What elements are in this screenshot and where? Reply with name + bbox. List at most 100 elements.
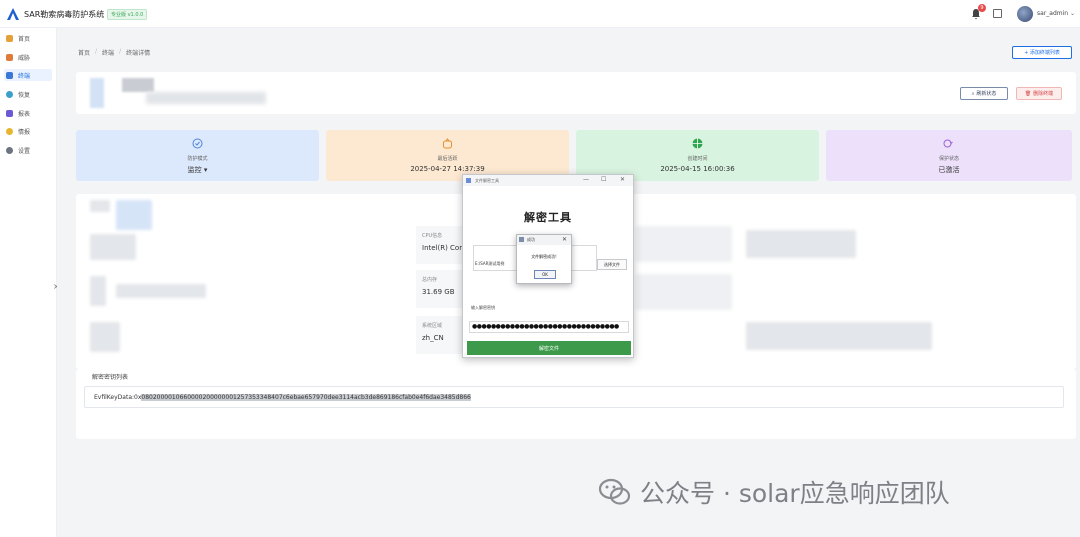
redacted-block <box>122 78 154 92</box>
watermark: 公众号 · solar应急响应团队 <box>598 474 950 510</box>
sidebar-item-home[interactable]: 首页 <box>4 32 52 44</box>
decrypt-file-button[interactable]: 解密文件 <box>467 341 631 355</box>
stat-label: 防护模式 <box>187 156 208 162</box>
window-title-bar[interactable]: 文件解密工具 <box>463 175 633 186</box>
stat-card-protection-mode: 防护模式 监控 ▾ <box>76 130 319 181</box>
stat-value: 已激活 <box>938 166 960 174</box>
delete-endpoint-label: 删除终端 <box>1033 91 1054 97</box>
key-list-box[interactable]: EvfilKeyData:0x0802000010660000200000001… <box>84 386 1064 408</box>
add-endpoint-list-button[interactable]: + 添加终端列表 <box>1012 46 1072 59</box>
stat-value: 2025-04-15 16:00:36 <box>660 165 735 173</box>
ok-button[interactable]: OK <box>534 270 556 279</box>
refresh-icon <box>6 90 13 98</box>
version-badge: 专业版 v1.0.0 <box>107 9 148 20</box>
sidebar-item-label: 终端 <box>18 72 31 80</box>
field-label: CPU信息 <box>422 233 443 239</box>
watermark-text: 公众号 · solar应急响应团队 <box>640 479 950 508</box>
refresh-status-button[interactable]: ⌕ 刷新状态 <box>960 87 1008 100</box>
clock-icon <box>443 138 452 149</box>
stat-label: 创建时间 <box>687 156 708 162</box>
key-section-title: 解密密钥列表 <box>92 374 129 381</box>
stat-label: 最后活跃 <box>437 156 458 162</box>
gear-icon <box>6 146 13 154</box>
field-value: zh_CN <box>422 334 444 342</box>
sidebar-item-intel[interactable]: 情报 <box>4 125 52 137</box>
field-value: Intel(R) Core <box>422 244 467 252</box>
sidebar-item-label: 报表 <box>18 110 31 118</box>
home-icon <box>6 34 13 42</box>
monitor-icon <box>6 71 13 79</box>
sidebar-item-settings[interactable]: 设置 <box>4 144 52 156</box>
redacted-block <box>116 284 206 298</box>
sidebar-item-threats[interactable]: 威胁 <box>4 51 52 63</box>
notification-badge: 9 <box>978 4 986 12</box>
chevron-down-icon[interactable]: ⌄ <box>1070 10 1075 17</box>
key-row[interactable]: EvfilKeyData:0x0802000010660000200000001… <box>94 394 471 401</box>
stat-value: 2025-04-27 14:37:39 <box>410 165 485 173</box>
file-path-text: E:/SAR测试用例 <box>475 261 505 266</box>
dialog-icon <box>519 237 524 242</box>
window-title: 文件解密工具 <box>475 178 499 183</box>
chart-icon <box>6 109 13 117</box>
sidebar-item-label: 情报 <box>18 128 31 136</box>
password-input[interactable]: ●●●●●●●●●●●●●●●●●●●●●●●●●●●●●●● <box>469 321 629 333</box>
password-label: 输入解密密钥 <box>471 305 495 310</box>
check-circle-icon <box>192 138 203 149</box>
redacted-block <box>146 92 266 104</box>
endpoint-header-card: ⌕ 刷新状态 🗑 删除终端 <box>76 72 1076 114</box>
stat-card-protection-status: 保护状态 已激活 <box>826 130 1072 181</box>
dialog-message: 文件解密成功! <box>531 254 557 259</box>
redacted-block <box>90 276 106 306</box>
redacted-block <box>90 200 110 212</box>
sidebar-item-endpoints[interactable]: 终端 <box>4 69 52 81</box>
stat-label: 保护状态 <box>938 156 959 162</box>
breadcrumb-home[interactable]: 首页 <box>78 48 90 57</box>
search-icon: ⌕ <box>971 90 975 97</box>
field-value: 31.69 GB <box>422 288 455 296</box>
delete-endpoint-button[interactable]: 🗑 删除终端 <box>1016 87 1062 100</box>
bulb-icon <box>6 127 13 135</box>
redacted-block <box>90 322 120 352</box>
breadcrumb-current: 终端详情 <box>126 50 151 57</box>
redacted-block <box>90 78 104 108</box>
success-dialog: 成功 ✕ 文件解密成功! OK <box>516 234 572 284</box>
dialog-title: 成功 <box>527 237 535 242</box>
avatar[interactable] <box>1017 6 1033 22</box>
sidebar-item-recovery[interactable]: 恢复 <box>4 88 52 100</box>
bug-icon <box>6 53 13 61</box>
field-label: 系统区域 <box>422 323 443 329</box>
minimize-icon[interactable]: — <box>583 176 589 183</box>
key-value[interactable]: 0802000010660000200000001257353348407c6e… <box>141 394 471 401</box>
breadcrumb-endpoints[interactable]: 终端 <box>102 48 114 57</box>
close-icon[interactable]: ✕ <box>562 236 567 243</box>
redacted-block <box>90 234 136 260</box>
username[interactable]: sar_admin <box>1037 10 1068 17</box>
redacted-block <box>116 200 152 230</box>
sidebar-item-label: 设置 <box>18 147 31 155</box>
field-label: 总内存 <box>422 277 438 283</box>
select-file-button[interactable]: 选择文件 <box>597 259 627 270</box>
redacted-block <box>746 322 932 350</box>
redacted-block <box>746 230 856 258</box>
breadcrumb-separator: / <box>119 48 122 55</box>
sidebar-item-label: 威胁 <box>18 54 31 62</box>
window-heading: 解密工具 <box>524 211 572 224</box>
trash-icon: 🗑 <box>1024 90 1032 97</box>
wechat-icon <box>598 478 631 505</box>
sidebar-item-label: 恢复 <box>18 91 31 99</box>
top-bar: SAR勒索病毒防护系统 专业版 v1.0.0 9 sar_admin ⌄ <box>0 0 1080 28</box>
maximize-icon[interactable]: ☐ <box>601 176 606 183</box>
sidebar-item-label: 首页 <box>18 35 31 43</box>
sidebar: 首页 威胁 终端 恢复 报表 情报 设置 <box>0 28 57 537</box>
app-logo <box>7 8 19 20</box>
redacted-block <box>636 274 732 310</box>
breadcrumb-separator: / <box>95 48 98 55</box>
sidebar-item-reports[interactable]: 报表 <box>4 107 52 119</box>
key-prefix: EvfilKeyData:0x <box>94 394 142 401</box>
close-icon[interactable]: ✕ <box>620 176 625 183</box>
app-icon <box>466 178 471 183</box>
fullscreen-icon[interactable] <box>993 9 1002 18</box>
protection-mode-select[interactable]: 监控 ▾ <box>76 165 319 175</box>
decryption-key-card: 解密密钥列表 EvfilKeyData:0x080200001066000020… <box>76 369 1076 439</box>
app-title: SAR勒索病毒防护系统 <box>24 10 105 19</box>
